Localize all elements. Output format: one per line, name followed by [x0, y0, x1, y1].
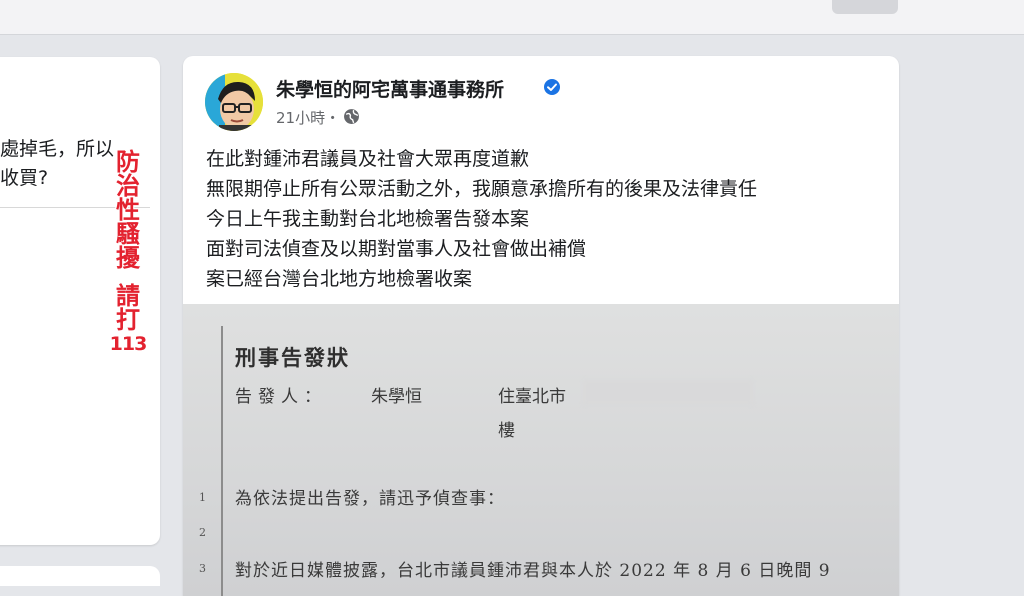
globe-icon	[344, 109, 359, 124]
post-body: 在此對鍾沛君議員及社會大眾再度道歉 無限期停止所有公眾活動之外，我願意承擔所有的…	[206, 144, 757, 294]
post-line: 在此對鍾沛君議員及社會大眾再度道歉	[206, 148, 530, 170]
document-complainant-label: 告發人：	[235, 387, 327, 407]
post-line: 今日上午我主動對台北地檢署告發本案	[206, 208, 530, 230]
document-line-number: 2	[199, 526, 206, 539]
document-line-number: 3	[199, 562, 206, 575]
post-author-name[interactable]: 朱學恒的阿宅萬事通事務所	[276, 75, 504, 102]
author-avatar[interactable]	[205, 73, 263, 131]
top-bar-button[interactable]	[832, 0, 898, 14]
document-address: 住臺北市	[498, 387, 566, 407]
overlay-char: 打	[116, 306, 140, 334]
next-post-card	[0, 566, 160, 586]
browser-top-bar	[0, 0, 1024, 35]
attached-document-image[interactable]: 刑事告發狀 告發人： 朱學恒 住臺北市 樓 1 為依法提出告發，請迅予偵查事： …	[183, 304, 899, 596]
document-line-3: 對於近日媒體披露，台北市議員鍾沛君與本人於 2022 年 8 月 6 日晚間 9	[235, 561, 831, 581]
overlay-char: 騷	[116, 220, 140, 248]
harassment-hotline-overlay: 防 治 性 騷 擾 請 打 113	[108, 150, 148, 356]
overlay-char: 治	[116, 172, 140, 200]
overlay-char: 性	[116, 196, 140, 224]
redacted-address	[583, 380, 753, 404]
document-line-1: 為依法提出告發，請迅予偵查事：	[235, 489, 505, 509]
overlay-char: 防	[116, 148, 140, 176]
document-line-number: 1	[199, 491, 206, 504]
post-line: 面對司法偵查及以期對當事人及社會做出補償	[206, 238, 587, 260]
overlay-char: 請	[116, 282, 140, 310]
post-card: 朱學恒的阿宅萬事通事務所 21小時・ 在此對鍾沛君議員及社會大眾再度道歉 無限期…	[183, 56, 899, 596]
verified-badge-icon	[544, 79, 560, 95]
hotline-number: 113	[109, 333, 148, 355]
post-line: 案已經台灣台北地方地檢署收案	[206, 268, 473, 290]
document-address-floor: 樓	[498, 421, 515, 441]
avatar-portrait-icon	[205, 73, 263, 131]
document-margin-rule	[221, 326, 223, 596]
previous-post-text-line-2: 收買?	[0, 167, 49, 189]
overlay-char: 擾	[116, 244, 140, 272]
post-timestamp[interactable]: 21小時・	[276, 107, 340, 128]
post-line: 無限期停止所有公眾活動之外，我願意承擔所有的後果及法律責任	[206, 178, 758, 200]
document-complainant-name: 朱學恒	[371, 387, 422, 407]
document-title: 刑事告發狀	[235, 345, 350, 370]
previous-post-text-line-1: 處掉毛，所以	[0, 138, 115, 160]
